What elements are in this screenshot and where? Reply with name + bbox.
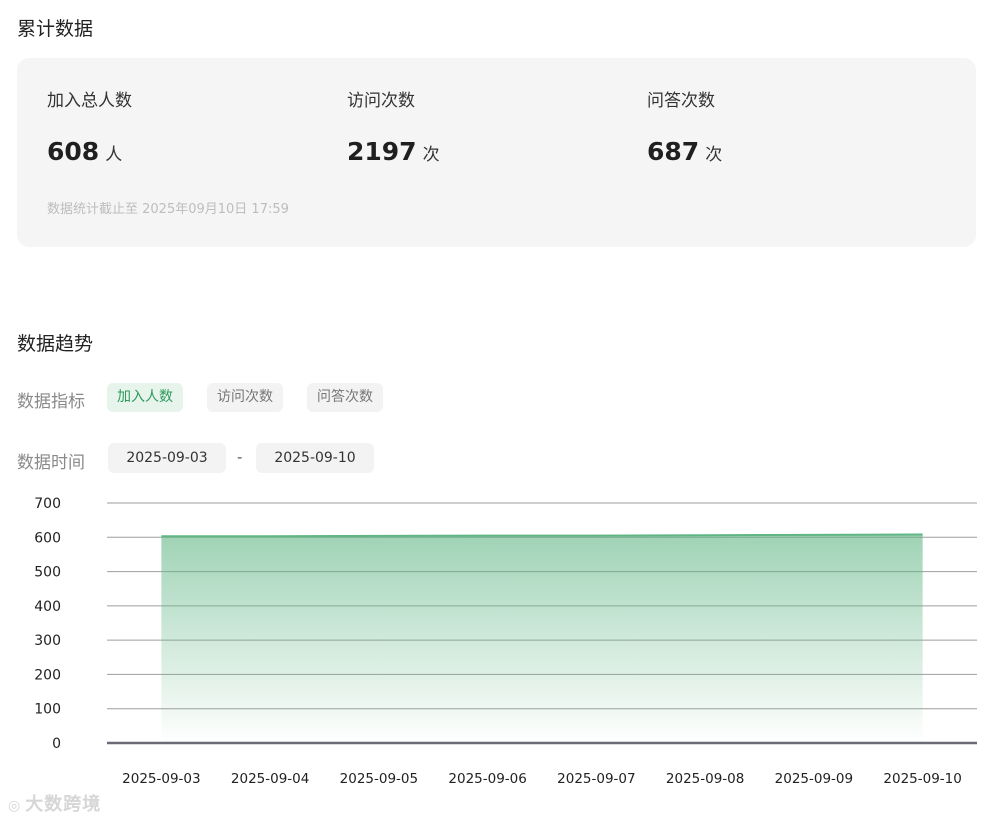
y-tick-label: 600 [34,530,61,546]
metric-chip-visits[interactable]: 访问次数 [207,383,283,412]
metric-chip-qa[interactable]: 问答次数 [307,383,383,412]
metric-chip-joined[interactable]: 加入人数 [107,383,183,412]
watermark-text: 大数跨境 [25,794,102,815]
y-tick-label: 400 [34,599,61,615]
date-end-picker[interactable]: 2025-09-10 [256,443,374,473]
x-tick-label: 2025-09-04 [231,771,309,787]
date-separator: - [237,448,243,466]
metric-label: 数据指标 [17,392,85,412]
area-fill [161,534,923,743]
stat-visits: 访问次数 2197 次 [347,86,440,166]
trend-title: 数据趋势 [17,333,94,355]
y-tick-label: 500 [34,565,61,581]
stats-note: 数据统计截止至 2025年09月10日 17:59 [47,202,289,217]
cumulative-stats-card: 加入总人数 608 人 访问次数 2197 次 问答次数 687 次 数据统计截止至 … [17,58,976,247]
x-tick-label: 2025-09-03 [122,771,200,787]
y-tick-label: 700 [34,496,61,512]
date-start-picker[interactable]: 2025-09-03 [108,443,226,473]
x-tick-label: 2025-09-08 [666,771,744,787]
stat-joined: 加入总人数 608 人 [47,86,132,166]
stat-label: 访问次数 [347,91,415,111]
stat-unit: 次 [705,145,723,165]
cumulative-title: 累计数据 [17,18,94,40]
stat-value: 608 [47,137,100,166]
y-tick-label: 300 [34,633,61,649]
y-tick-label: 0 [52,736,61,752]
watermark: ◎ 大数跨境 [8,790,101,816]
stat-value: 2197 [347,137,417,166]
time-label: 数据时间 [17,453,85,473]
x-tick-label: 2025-09-09 [775,771,853,787]
stat-value: 687 [647,137,700,166]
x-tick-label: 2025-09-07 [557,771,635,787]
stat-unit: 次 [422,145,440,165]
stat-qa: 问答次数 687 次 [647,86,722,166]
stat-unit: 人 [105,145,123,165]
y-tick-label: 200 [34,667,61,683]
y-tick-label: 100 [34,702,61,718]
stat-label: 问答次数 [647,91,715,111]
x-tick-label: 2025-09-10 [883,771,961,787]
stat-label: 加入总人数 [47,91,132,111]
x-tick-label: 2025-09-06 [448,771,526,787]
trend-area-chart: 0 100 200 300 400 500 600 700 2025-09-03 2025-09-… [34,496,977,787]
brand-logo-icon: ◎ [8,798,22,814]
x-tick-label: 2025-09-05 [340,771,418,787]
